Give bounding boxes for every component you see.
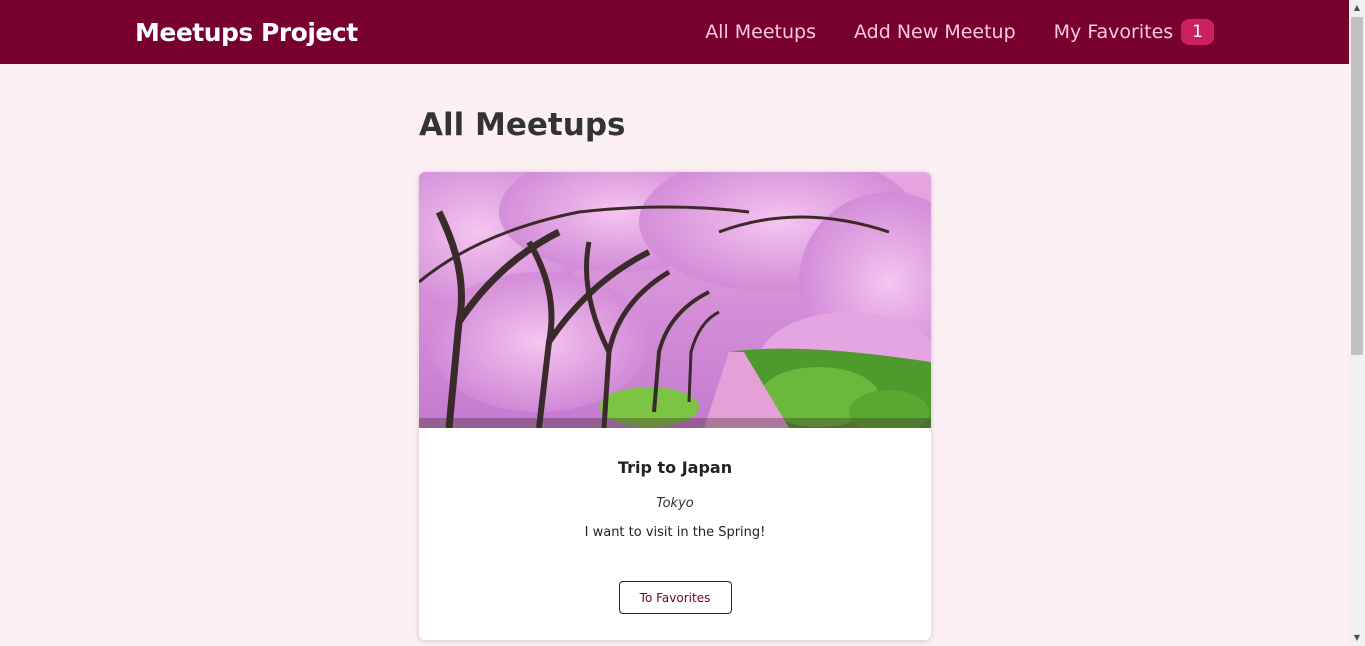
main-content: All Meetups Trip to Japan Tokyo I want t… bbox=[419, 64, 931, 640]
meetup-image bbox=[419, 172, 931, 428]
favorites-count-badge: 1 bbox=[1181, 19, 1214, 45]
scroll-up-arrow-icon[interactable]: ▲ bbox=[1349, 0, 1365, 16]
nav-my-favorites-label: My Favorites bbox=[1053, 21, 1174, 43]
meetup-card: Trip to Japan Tokyo I want to visit in t… bbox=[419, 172, 931, 640]
scroll-thumb[interactable] bbox=[1351, 17, 1363, 355]
meetup-address: Tokyo bbox=[656, 496, 694, 511]
meetup-title: Trip to Japan bbox=[617, 458, 733, 477]
to-favorites-button[interactable]: To Favorites bbox=[618, 581, 732, 614]
scroll-down-arrow-icon[interactable]: ▼ bbox=[1349, 630, 1365, 646]
logo: Meetups Project bbox=[135, 17, 358, 47]
nav-add-new-meetup[interactable]: Add New Meetup bbox=[854, 21, 1016, 43]
meetup-content: Trip to Japan Tokyo I want to visit in t… bbox=[419, 428, 931, 614]
meetup-description: I want to visit in the Spring! bbox=[584, 525, 766, 540]
page-title: All Meetups bbox=[419, 107, 626, 143]
vertical-scrollbar[interactable]: ▲ ▼ bbox=[1349, 0, 1365, 646]
nav-all-meetups[interactable]: All Meetups bbox=[705, 21, 816, 43]
main-header: Meetups Project All Meetups Add New Meet… bbox=[0, 0, 1349, 64]
nav-my-favorites[interactable]: My Favorites 1 bbox=[1054, 19, 1214, 45]
main-nav: All Meetups Add New Meetup My Favorites … bbox=[667, 19, 1214, 45]
